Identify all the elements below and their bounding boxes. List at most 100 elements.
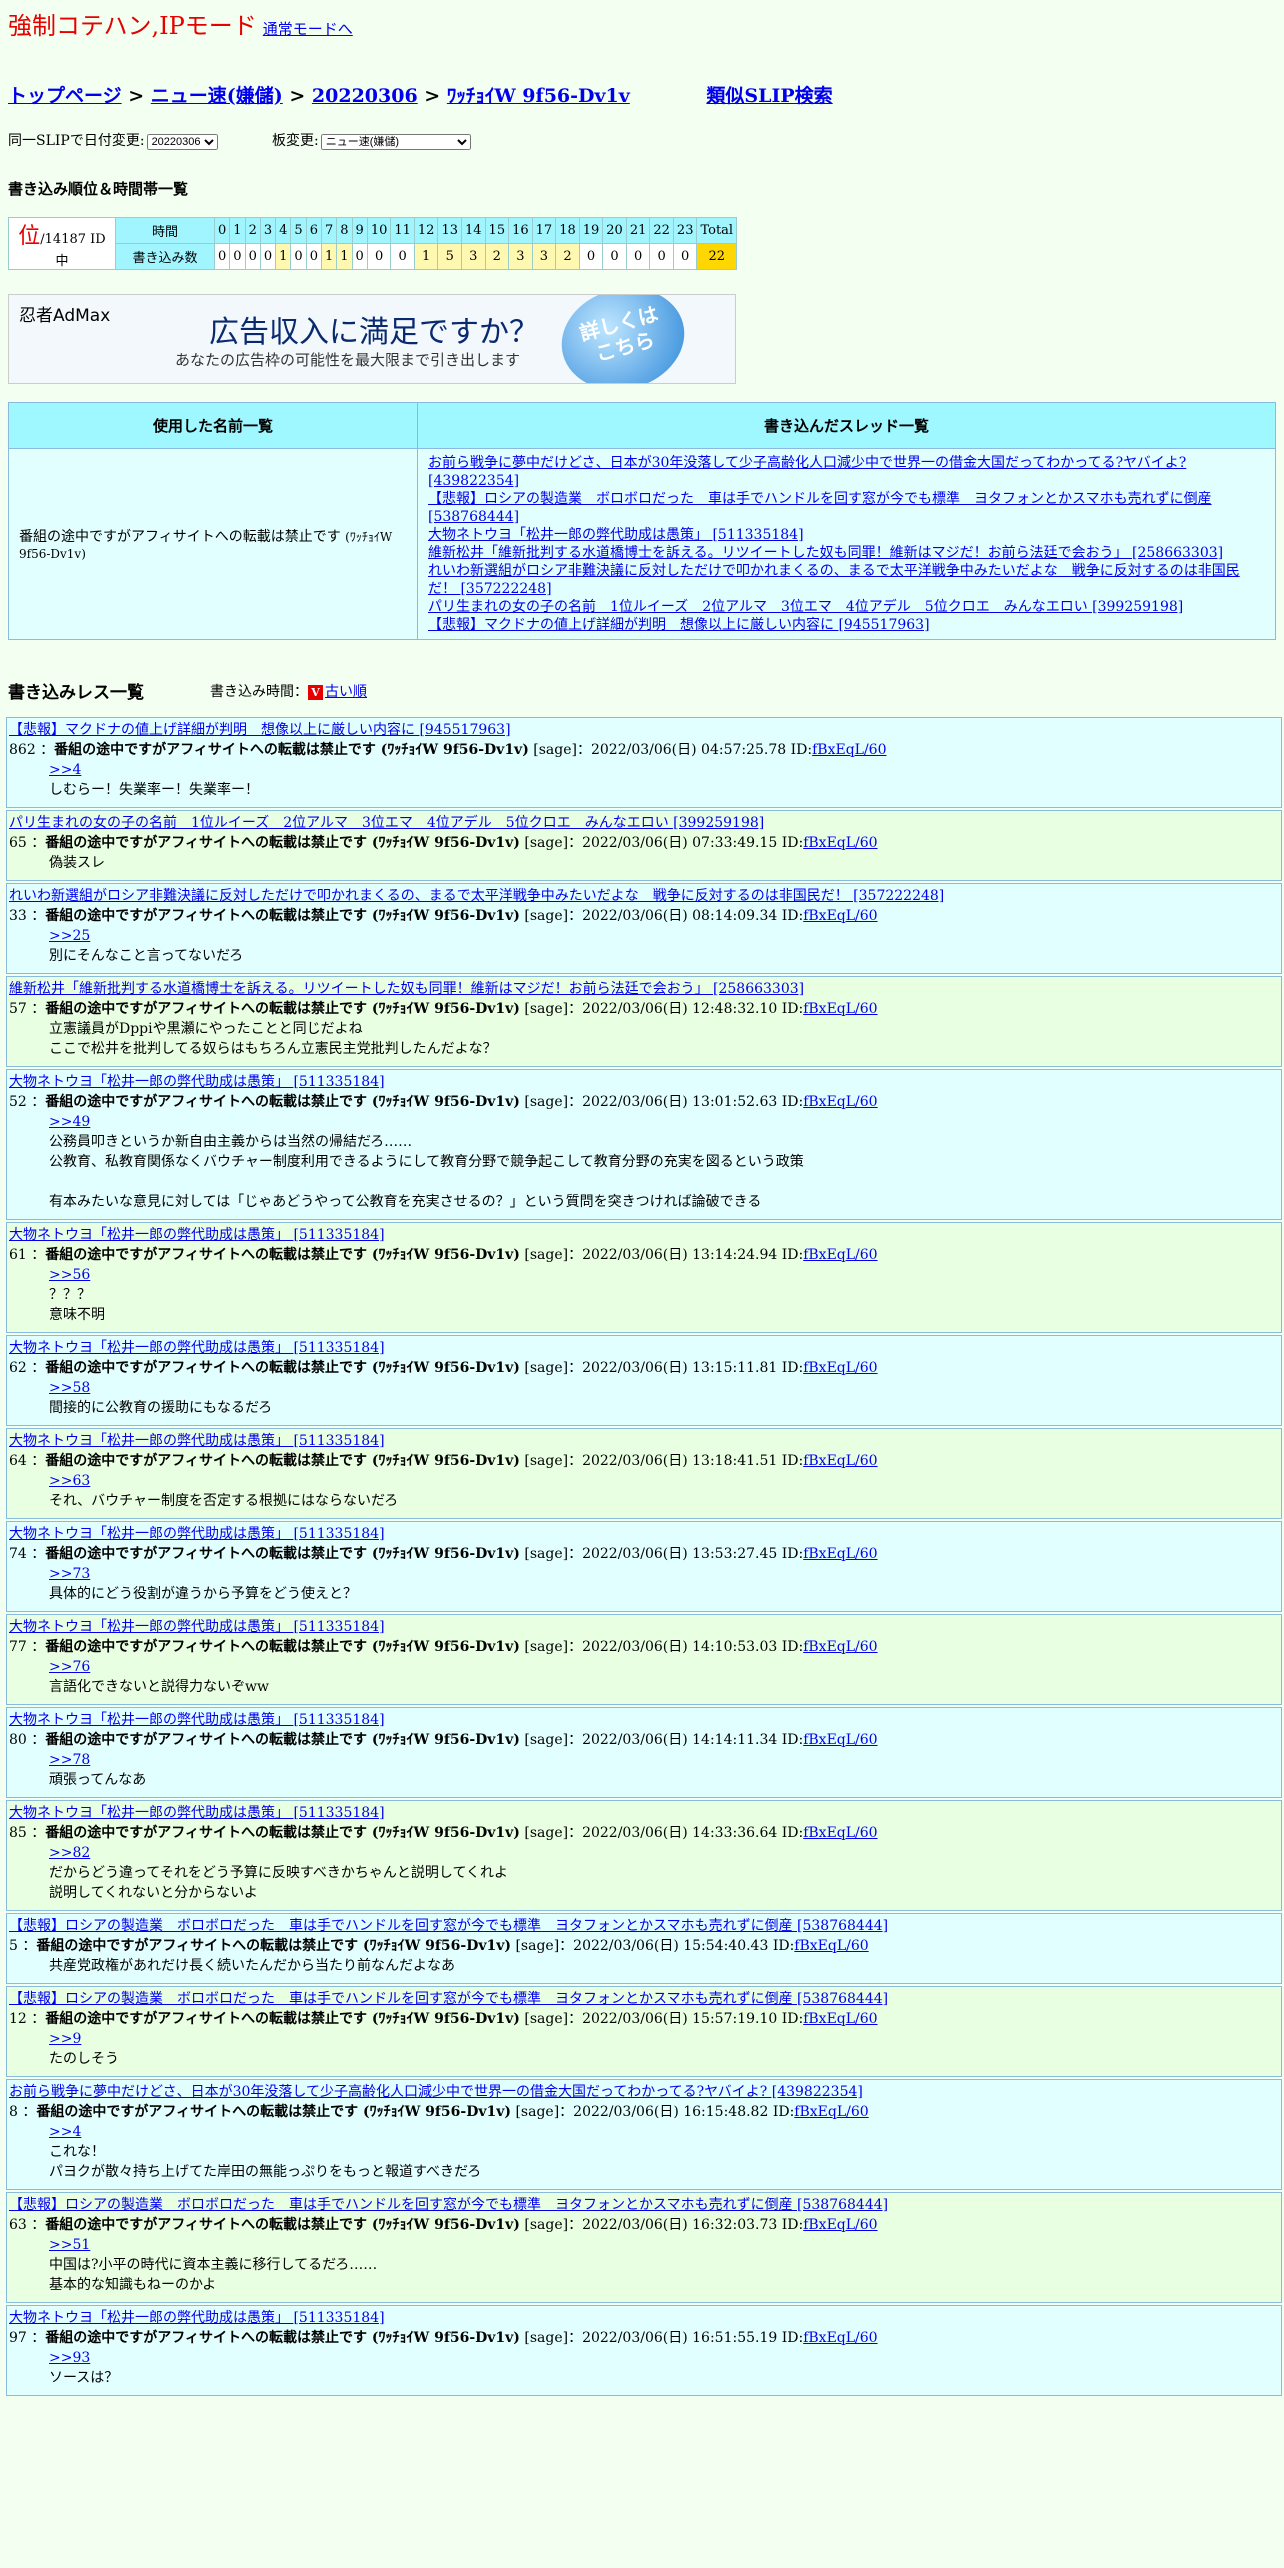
thread-link[interactable]: 維新松井「維新批判する水道橋博士を訴える。リツイートした奴も同罪！維新はマジだ！… [428,545,1223,561]
reply-anchor[interactable]: >>82 [49,1845,90,1861]
count-cell: 0 [229,243,246,270]
similar-slip-search-link[interactable]: 類似SLIP検索 [706,85,832,107]
post-header: 52 ：番組の途中ですがアフィサイトへの転載は禁止です (ﾜｯﾁｮｲW 9f56… [9,1092,1279,1112]
post-list: 【悲報】マクドナの値上げ詳細が判明 想像以上に厳しい内容に [945517963… [6,717,1282,2396]
post-thread-link[interactable]: れいわ新選組がロシア非難決議に反対しただけで叩かれまくるの、まるで太平洋戦争中み… [9,888,944,904]
post-line: 間接的に公教育の援助にもなるだろ [49,1400,273,1416]
post-line: ソースは？ [49,2370,119,2386]
reply-anchor[interactable]: >>9 [49,2031,81,2047]
post-number: 80 ： [9,1732,46,1748]
post-thread-link[interactable]: 【悲報】ロシアの製造業 ボロボロだった 車は手でハンドルを回す窓が今でも標準 ヨ… [9,2197,888,2213]
normal-mode-link[interactable]: 通常モードへ [263,20,353,38]
thread-link[interactable]: れいわ新選組がロシア非難決議に反対しただけで叩かれまくるの、まるで太平洋戦争中み… [428,563,1240,597]
count-cell: 2 [484,243,510,270]
post-id-link[interactable]: fBxEqL/60 [812,742,886,758]
breadcrumb-date[interactable]: 20220306 [312,85,418,107]
thread-link[interactable]: 【悲報】ロシアの製造業 ボロボロだった 車は手でハンドルを回す窓が今でも標準 ヨ… [428,491,1212,525]
post-thread-link[interactable]: 大物ネトウヨ「松井一郎の弊代助成は愚策」 [511335184] [9,1712,385,1728]
post-id-link[interactable]: fBxEqL/60 [803,1453,877,1469]
post-thread-link[interactable]: パリ生まれの女の子の名前 1位ルイーズ 2位アルマ 3位エマ 4位アデル 5位ク… [9,815,764,831]
post-thread-link[interactable]: 大物ネトウヨ「松井一郎の弊代助成は愚策」 [511335184] [9,1619,385,1635]
post-thread-link[interactable]: 【悲報】ロシアの製造業 ボロボロだった 車は手でハンドルを回す窓が今でも標準 ヨ… [9,1991,888,2007]
post-thread-link[interactable]: 大物ネトウヨ「松井一郎の弊代助成は愚策」 [511335184] [9,1074,385,1090]
rank-mark: 位 [18,224,41,249]
hour-cell: 15 [484,217,510,244]
post-id-link[interactable]: fBxEqL/60 [803,1094,877,1110]
post-thread-link[interactable]: 【悲報】ロシアの製造業 ボロボロだった 車は手でハンドルを回す窓が今でも標準 ヨ… [9,1918,888,1934]
date-select[interactable]: 20220306 [146,134,218,150]
post-item: 【悲報】ロシアの製造業 ボロボロだった 車は手でハンドルを回す窓が今でも標準 ヨ… [6,1986,1282,2077]
post-id-link[interactable]: fBxEqL/60 [803,835,877,851]
breadcrumb-top[interactable]: トップページ [8,85,122,107]
post-id-link[interactable]: fBxEqL/60 [794,1938,868,1954]
post-id-link[interactable]: fBxEqL/60 [803,908,877,924]
reply-anchor[interactable]: >>51 [49,2237,90,2253]
post-sage: [sage]：2022/03/06(日) 12:48:32.10 ID: [519,1001,804,1017]
threads-col-header: 書き込んだスレッド一覧 [417,402,1276,449]
post-body: >>58 間接的に公教育の援助にもなるだろ [9,1378,1279,1418]
post-thread-link[interactable]: 【悲報】マクドナの値上げ詳細が判明 想像以上に厳しい内容に [945517963… [9,722,511,738]
post-body: >>73 具体的にどう役割が違うから予算をどう使えと？ [9,1564,1279,1604]
reply-anchor[interactable]: >>78 [49,1752,90,1768]
ad-banner[interactable]: 忍者AdMax 広告収入に満足ですか？ あなたの広告枠の可能性を最大限まで引き出… [8,294,736,384]
post-thread-link[interactable]: 維新松井「維新批判する水道橋博士を訴える。リツイートした奴も同罪！維新はマジだ！… [9,981,804,997]
post-thread-link[interactable]: 大物ネトウヨ「松井一郎の弊代助成は愚策」 [511335184] [9,1340,385,1356]
post-header: 57 ：番組の途中ですがアフィサイトへの転載は禁止です (ﾜｯﾁｮｲW 9f56… [9,999,1279,1019]
post-thread-link[interactable]: 大物ネトウヨ「松井一郎の弊代助成は愚策」 [511335184] [9,1805,385,1821]
thread-list: お前ら戦争に夢中だけどさ、日本が30年没落して少子高齢化人口減少中で世界一の借金… [417,448,1276,640]
post-thread-link[interactable]: 大物ネトウヨ「松井一郎の弊代助成は愚策」 [511335184] [9,1433,385,1449]
thread-link[interactable]: パリ生まれの女の子の名前 1位ルイーズ 2位アルマ 3位エマ 4位アデル 5位ク… [428,599,1183,615]
post-header: 8 ：番組の途中ですがアフィサイトへの転載は禁止です (ﾜｯﾁｮｲW 9f56-… [9,2102,1279,2122]
reply-anchor[interactable]: >>56 [49,1267,90,1283]
breadcrumb-user[interactable]: ﾜｯﾁｮｲW 9f56-Dv1v [447,85,630,107]
post-id-link[interactable]: fBxEqL/60 [803,2330,877,2346]
reply-anchor[interactable]: >>93 [49,2350,90,2366]
board-select[interactable]: ニュー速(嫌儲) [320,134,471,150]
post-id-link[interactable]: fBxEqL/60 [794,2104,868,2120]
reply-anchor[interactable]: >>25 [49,928,90,944]
post-id-link[interactable]: fBxEqL/60 [803,1546,877,1562]
post-thread-link[interactable]: 大物ネトウヨ「松井一郎の弊代助成は愚策」 [511335184] [9,1526,385,1542]
reply-anchor[interactable]: >>4 [49,762,81,778]
post-item: 大物ネトウヨ「松井一郎の弊代助成は愚策」 [511335184] 62 ：番組の途… [6,1335,1282,1426]
thread-link[interactable]: 大物ネトウヨ「松井一郎の弊代助成は愚策」 [511335184] [428,527,804,543]
old-order-link[interactable]: 古い順 [325,684,367,700]
ad-cta-button[interactable]: 詳しくは こちら [550,295,696,383]
hour-cell: 11 [390,217,415,244]
reply-anchor[interactable]: >>76 [49,1659,90,1675]
reply-anchor[interactable]: >>63 [49,1473,90,1489]
post-thread-link[interactable]: 大物ネトウヨ「松井一郎の弊代助成は愚策」 [511335184] [9,1227,385,1243]
reply-anchor[interactable]: >>58 [49,1380,90,1396]
order-v-icon[interactable]: V [308,684,323,700]
breadcrumb-board[interactable]: ニュー速(嫌儲) [151,85,283,107]
reply-anchor[interactable]: >>4 [49,2124,81,2140]
reply-anchor[interactable]: >>73 [49,1566,90,1582]
post-item: 大物ネトウヨ「松井一郎の弊代助成は愚策」 [511335184] 64 ：番組の途… [6,1428,1282,1519]
board-change-label: 板変更: [272,133,319,149]
post-line: 具体的にどう役割が違うから予算をどう使えと？ [49,1586,357,1602]
post-id-link[interactable]: fBxEqL/60 [803,1732,877,1748]
post-thread-link[interactable]: 大物ネトウヨ「松井一郎の弊代助成は愚策」 [511335184] [9,2310,385,2326]
thread-link[interactable]: 【悲報】マクドナの値上げ詳細が判明 想像以上に厳しい内容に [945517963… [428,617,930,633]
post-number: 74 ： [9,1546,46,1562]
count-cell: 5 [437,243,462,270]
post-id-link[interactable]: fBxEqL/60 [803,1639,877,1655]
post-sage: [sage]：2022/03/06(日) 04:57:25.78 ID: [528,742,813,758]
post-id-link[interactable]: fBxEqL/60 [803,1825,877,1841]
post-item: 維新松井「維新批判する水道橋博士を訴える。リツイートした奴も同罪！維新はマジだ！… [6,976,1282,1067]
post-id-link[interactable]: fBxEqL/60 [803,1001,877,1017]
post-sage: [sage]：2022/03/06(日) 13:53:27.45 ID: [519,1546,804,1562]
post-id-link[interactable]: fBxEqL/60 [803,1360,877,1376]
thread-link[interactable]: お前ら戦争に夢中だけどさ、日本が30年没落して少子高齢化人口減少中で世界一の借金… [428,455,1186,489]
post-number: 65 ： [9,835,46,851]
post-sage: [sage]：2022/03/06(日) 15:54:40.43 ID: [511,1938,795,1954]
time-order: 書き込み時間： V 古い順 [210,681,367,701]
rank-cell: 位/14187 ID中 [8,217,116,270]
post-id-link[interactable]: fBxEqL/60 [803,2217,877,2233]
post-item: 大物ネトウヨ「松井一郎の弊代助成は愚策」 [511335184] 74 ：番組の途… [6,1521,1282,1612]
post-id-link[interactable]: fBxEqL/60 [803,2011,877,2027]
post-sage: [sage]：2022/03/06(日) 08:14:09.34 ID: [519,908,804,924]
post-id-link[interactable]: fBxEqL/60 [803,1247,877,1263]
reply-anchor[interactable]: >>49 [49,1114,90,1130]
post-thread-link[interactable]: お前ら戦争に夢中だけどさ、日本が30年没落して少子高齢化人口減少中で世界一の借金… [9,2084,863,2100]
